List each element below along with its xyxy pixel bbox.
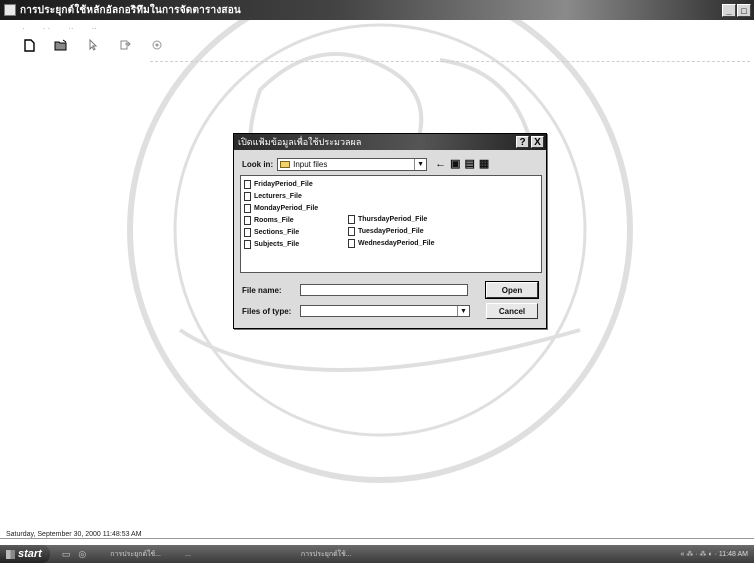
close-button[interactable]: X (531, 136, 544, 148)
menu-item[interactable]: ·· (68, 24, 73, 33)
help-button[interactable]: ? (516, 136, 529, 148)
taskbar-item[interactable]: การประยุกต์ใช้... (301, 549, 352, 560)
look-in-label: Look in: (242, 160, 274, 169)
chevron-down-icon[interactable]: ▼ (414, 159, 426, 170)
menu-item[interactable]: · (22, 24, 25, 33)
files-of-type-label: Files of type: (242, 306, 292, 316)
new-folder-icon[interactable]: ▤ (465, 159, 475, 170)
system-tray: « ⁂ · ⁂ ◐ · 11:48 AM (680, 551, 748, 558)
cursor-icon[interactable] (86, 38, 100, 52)
windows-logo-icon (6, 549, 15, 559)
maximize-button[interactable]: □ (737, 3, 751, 17)
desktop-icon[interactable]: ▭ (62, 549, 71, 560)
file-item[interactable]: WednesdayPeriod_File (348, 238, 452, 249)
files-of-type-select[interactable]: ▼ (300, 305, 470, 317)
file-list[interactable]: FridayPeriod_File Lecturers_File MondayP… (240, 175, 542, 273)
file-name-row: File name: (242, 284, 468, 296)
quick-launch: ▭ ◎ (62, 549, 86, 560)
look-in-select[interactable]: Input files ▼ (277, 158, 428, 171)
dialog-title: เปิดแฟ้มข้อมูลเพื่อใช้ประมวลผล (238, 137, 362, 147)
file-icon (244, 192, 251, 201)
menu-item[interactable]: · · (43, 24, 51, 33)
taskbar-item[interactable]: ... (185, 551, 191, 558)
file-item[interactable]: TuesdayPeriod_File (348, 226, 452, 237)
toolbar (22, 38, 164, 52)
window-title: การประยุกต์ใช้หลักอัลกอริทึมในการจัดตารา… (20, 4, 241, 16)
file-icon (244, 228, 251, 237)
look-in-row: Look in: Input files ▼ ← ▣ ▤ ▦ (242, 158, 489, 171)
file-icon (244, 180, 251, 189)
export-icon[interactable] (118, 38, 132, 52)
open-button[interactable]: Open (485, 281, 539, 299)
file-icon (244, 204, 251, 213)
file-item[interactable]: FridayPeriod_File (244, 179, 348, 190)
file-name-input[interactable] (300, 284, 468, 296)
browser-icon[interactable]: ◎ (78, 549, 86, 560)
folder-icon (280, 161, 291, 168)
minimize-button[interactable]: _ (722, 3, 736, 17)
taskbar: start ▭ ◎ การประยุกต์ใช้... ... การประยุ… (0, 545, 754, 563)
settings-icon[interactable] (150, 38, 164, 52)
file-icon (348, 239, 355, 248)
start-label: start (18, 548, 42, 560)
status-divider (0, 538, 754, 539)
window-controls: _ □ (722, 3, 751, 17)
cancel-button[interactable]: Cancel (486, 303, 538, 319)
new-file-icon[interactable] (22, 38, 36, 52)
menu-bar: · · · ·· ·· (22, 24, 97, 33)
dialog-titlebar: เปิดแฟ้มข้อมูลเพื่อใช้ประมวลผล ? X (234, 134, 546, 150)
file-item[interactable]: Subjects_File (244, 239, 348, 250)
open-file-dialog: เปิดแฟ้มข้อมูลเพื่อใช้ประมวลผล ? X Look … (233, 133, 547, 329)
look-in-value: Input files (293, 160, 328, 169)
file-item[interactable]: ThursdayPeriod_File (348, 214, 452, 225)
file-item[interactable]: Sections_File (244, 227, 348, 238)
file-item[interactable]: MondayPeriod_File (244, 203, 348, 214)
open-folder-icon[interactable] (54, 38, 68, 52)
file-icon (244, 240, 251, 249)
toolbar-divider (150, 61, 750, 62)
file-icon (348, 215, 355, 224)
view-menu-icon[interactable]: ▦ (479, 159, 489, 170)
file-item[interactable]: Lecturers_File (244, 191, 348, 202)
file-icon (244, 216, 251, 225)
app-icon (4, 4, 16, 16)
start-button[interactable]: start (0, 545, 50, 563)
up-folder-icon[interactable]: ▣ (450, 159, 460, 170)
taskbar-item[interactable]: การประยุกต์ใช้... (110, 549, 161, 560)
files-of-type-row: Files of type: ▼ (242, 305, 470, 317)
file-item[interactable]: Rooms_File (244, 215, 348, 226)
chevron-down-icon[interactable]: ▼ (457, 306, 469, 316)
status-bar-text: Saturday, September 30, 2000 11:48:53 AM (6, 531, 142, 538)
file-icon (348, 227, 355, 236)
window-titlebar: การประยุกต์ใช้หลักอัลกอริทึมในการจัดตารา… (0, 0, 754, 20)
back-arrow-icon[interactable]: ← (435, 159, 446, 170)
file-name-label: File name: (242, 285, 282, 295)
menu-item[interactable]: ·· (92, 24, 97, 33)
